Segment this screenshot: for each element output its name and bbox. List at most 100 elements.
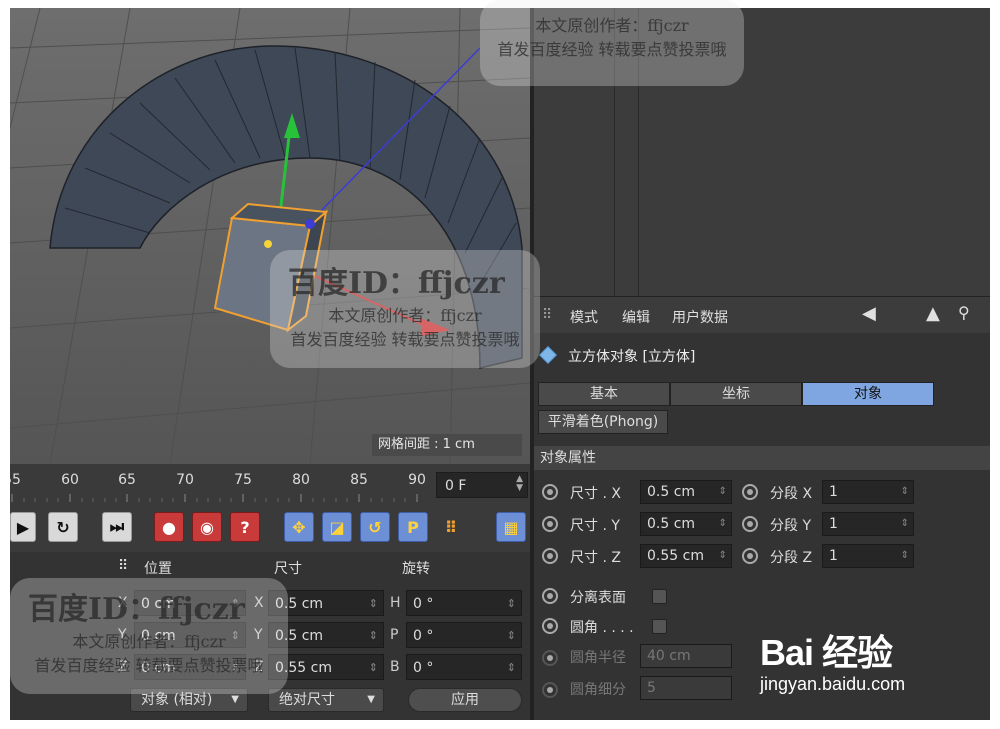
seg-z-label: 分段 Z [770, 550, 813, 566]
spin-arrows-icon[interactable]: ⇕ [901, 513, 909, 535]
timeline-tick: 75 [234, 472, 252, 488]
timeline-tick: 85 [350, 472, 368, 488]
record-icon[interactable]: ● [154, 512, 184, 542]
size-y-input[interactable]: 0.5 cm ⇕ [640, 512, 732, 536]
size-header: 尺寸 [274, 561, 302, 577]
timeline[interactable]: 55 60 65 70 75 80 85 90 0 F [10, 464, 530, 504]
search-icon[interactable]: ⚲ [958, 303, 970, 322]
field-value: 0.55 cm [647, 548, 704, 564]
size-mode-dropdown[interactable]: 绝对尺寸 ▼ [268, 688, 384, 712]
watermark-id: 百度ID：ffjczr [288, 266, 505, 301]
animate-radio [542, 650, 558, 666]
scale-icon[interactable]: ◪ [322, 512, 352, 542]
seg-x-input[interactable]: 1 ⇕ [822, 480, 914, 504]
fillet-subdivision-label: 圆角细分 [570, 682, 626, 698]
play-forward-icon[interactable]: ▶ [10, 512, 36, 542]
rotate-icon[interactable]: ↺ [360, 512, 390, 542]
field-value: 1 [829, 548, 838, 564]
fillet-checkbox[interactable] [652, 619, 667, 634]
spin-arrows-icon[interactable]: ⇕ [507, 623, 516, 649]
field-value: 40 cm [647, 648, 691, 664]
animate-radio[interactable] [742, 516, 758, 532]
seg-y-input[interactable]: 1 ⇕ [822, 512, 914, 536]
field-value: 0.5 cm [647, 484, 696, 500]
section-header: 对象属性 [534, 446, 990, 470]
loop-icon[interactable]: ↻ [48, 512, 78, 542]
spin-arrows-icon[interactable]: ⇕ [507, 655, 516, 681]
dropdown-value: 对象 (相对) [141, 692, 213, 708]
field-value: 1 [829, 516, 838, 532]
transport-bar: ▶ ↻ ⏭ ● ◉ ? ✥ ◪ ↺ P ⠿ ▦ [10, 504, 530, 552]
rot-axis-label: H [390, 595, 401, 611]
field-value: 5 [647, 680, 656, 696]
spin-arrows-icon[interactable]: ▲ ▼ [516, 475, 523, 493]
chevron-down-icon: ▼ [367, 694, 375, 705]
animate-radio[interactable] [542, 618, 558, 634]
watermark-line: 首发百度经验 转载要点赞投票哦 [34, 656, 264, 675]
spin-arrows-icon[interactable]: ⇕ [369, 623, 378, 649]
parameter-icon[interactable]: P [398, 512, 428, 542]
size-z-label: 尺寸 . Z [570, 550, 621, 566]
field-value: 0 ° [413, 628, 434, 644]
seg-z-input[interactable]: 1 ⇕ [822, 544, 914, 568]
viewport[interactable]: 网格间距 : 1 cm [10, 8, 530, 464]
size-z-input[interactable]: 0.55 cm ⇕ [640, 544, 732, 568]
menu-edit[interactable]: 编辑 [622, 307, 650, 327]
rotation-p-field[interactable]: 0 ° ⇕ [406, 622, 522, 648]
spin-arrows-icon[interactable]: ⇕ [901, 481, 909, 503]
separate-surfaces-checkbox[interactable] [652, 589, 667, 604]
grip-icon: ⠿ [542, 307, 553, 323]
separate-surfaces-label: 分离表面 [570, 590, 626, 606]
fillet-subdivision-input: 5 [640, 676, 732, 700]
spin-arrows-icon[interactable]: ⇕ [369, 655, 378, 681]
baidu-logo: Bai 经验 jingyan.baidu.com [760, 624, 905, 695]
animate-radio [542, 682, 558, 698]
move-icon[interactable]: ✥ [284, 512, 314, 542]
menu-user-data[interactable]: 用户数据 [672, 307, 728, 327]
tab-basic[interactable]: 基本 [538, 382, 670, 406]
grid-spacing-label: 网格间距 : 1 cm [372, 434, 522, 456]
position-header: 位置 [144, 561, 172, 577]
rotation-b-field[interactable]: 0 ° ⇕ [406, 654, 522, 680]
animate-radio[interactable] [542, 484, 558, 500]
spin-arrows-icon[interactable]: ⇕ [901, 545, 909, 567]
tab-object[interactable]: 对象 [802, 382, 934, 406]
size-x-label: 尺寸 . X [570, 486, 621, 502]
timeline-ruler[interactable] [10, 494, 430, 502]
size-y-label: 尺寸 . Y [570, 518, 620, 534]
points-icon[interactable]: ⠿ [436, 512, 466, 542]
watermark: 百度ID：ffjczr 本文原创作者：ffjczr 首发百度经验 转载要点赞投票… [270, 250, 540, 368]
animate-radio[interactable] [542, 588, 558, 604]
timeline-tick: 55 [10, 472, 21, 488]
goto-end-icon[interactable]: ⏭ [102, 512, 132, 542]
size-x-input[interactable]: 0.5 cm ⇕ [640, 480, 732, 504]
object-title-text: 立方体对象 [立方体] [568, 349, 696, 365]
back-arrow-icon[interactable]: ◀ [862, 303, 876, 324]
menu-mode[interactable]: 模式 [570, 307, 598, 327]
current-frame-field[interactable]: 0 F ▲ ▼ [436, 472, 528, 498]
autokey-icon[interactable]: ◉ [192, 512, 222, 542]
cube-icon [538, 345, 558, 365]
apply-button[interactable]: 应用 [408, 688, 522, 712]
up-arrow-icon[interactable]: ▲ [926, 303, 940, 324]
spin-arrows-icon[interactable]: ⇕ [369, 591, 378, 617]
help-icon[interactable]: ? [230, 512, 260, 542]
spin-arrows-icon[interactable]: ⇕ [719, 513, 727, 535]
spin-arrows-icon[interactable]: ⇕ [719, 481, 727, 503]
rotation-h-field[interactable]: 0 ° ⇕ [406, 590, 522, 616]
animate-radio[interactable] [742, 484, 758, 500]
animate-radio[interactable] [542, 516, 558, 532]
current-frame-value: 0 F [445, 478, 467, 494]
animate-radio[interactable] [542, 548, 558, 564]
timeline-tick: 90 [408, 472, 426, 488]
tab-coordinates[interactable]: 坐标 [670, 382, 802, 406]
rot-axis-label: P [390, 627, 399, 643]
watermark: 本文原创作者：ffjczr 首发百度经验 转载要点赞投票哦 [480, 0, 744, 86]
tab-phong[interactable]: 平滑着色(Phong) [538, 410, 668, 434]
baidu-logo-text: Bai 经验 [760, 632, 893, 673]
animate-radio[interactable] [742, 548, 758, 564]
film-icon[interactable]: ▦ [496, 512, 526, 542]
field-value: 0.5 cm [647, 516, 696, 532]
spin-arrows-icon[interactable]: ⇕ [719, 545, 727, 567]
spin-arrows-icon[interactable]: ⇕ [507, 591, 516, 617]
